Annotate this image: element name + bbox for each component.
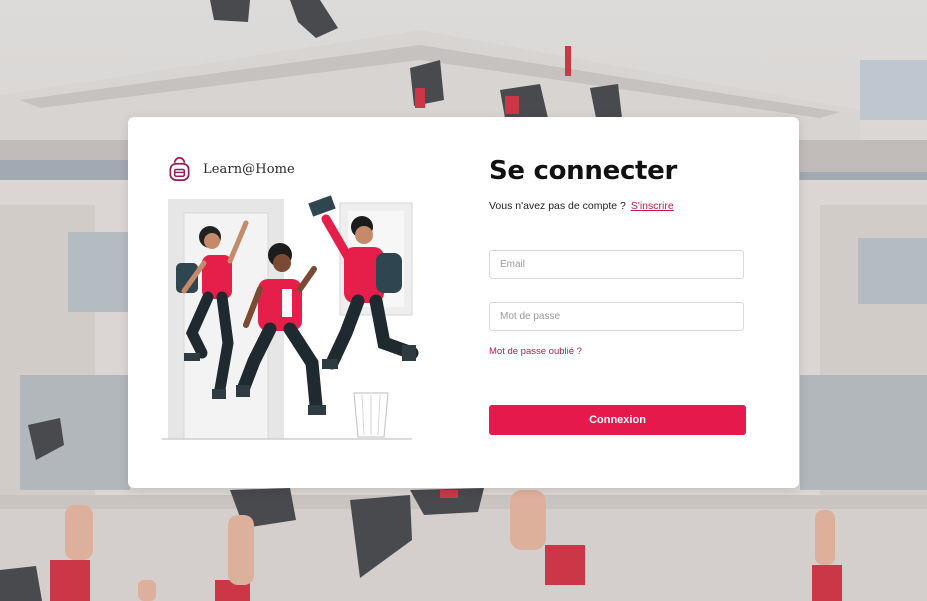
backpack-icon bbox=[169, 156, 190, 181]
brand-name: Learn@Home bbox=[203, 161, 295, 177]
forgot-password-link[interactable]: Mot de passe oublié ? bbox=[489, 346, 582, 357]
email-input[interactable] bbox=[489, 250, 744, 279]
login-button[interactable]: Connexion bbox=[489, 405, 746, 435]
login-page: Learn@Home Se connecter Vous n'avez pas … bbox=[0, 0, 927, 601]
signup-prompt-text: Vous n'avez pas de compte ? bbox=[489, 200, 626, 212]
students-jumping-illustration bbox=[162, 195, 419, 440]
login-card: Learn@Home Se connecter Vous n'avez pas … bbox=[128, 117, 799, 488]
brand-logo[interactable]: Learn@Home bbox=[166, 155, 295, 183]
signup-prompt: Vous n'avez pas de compte ? S'inscrire bbox=[489, 200, 674, 212]
password-input[interactable] bbox=[489, 302, 744, 331]
page-title: Se connecter bbox=[489, 156, 678, 186]
signup-link[interactable]: S'inscrire bbox=[631, 200, 674, 212]
